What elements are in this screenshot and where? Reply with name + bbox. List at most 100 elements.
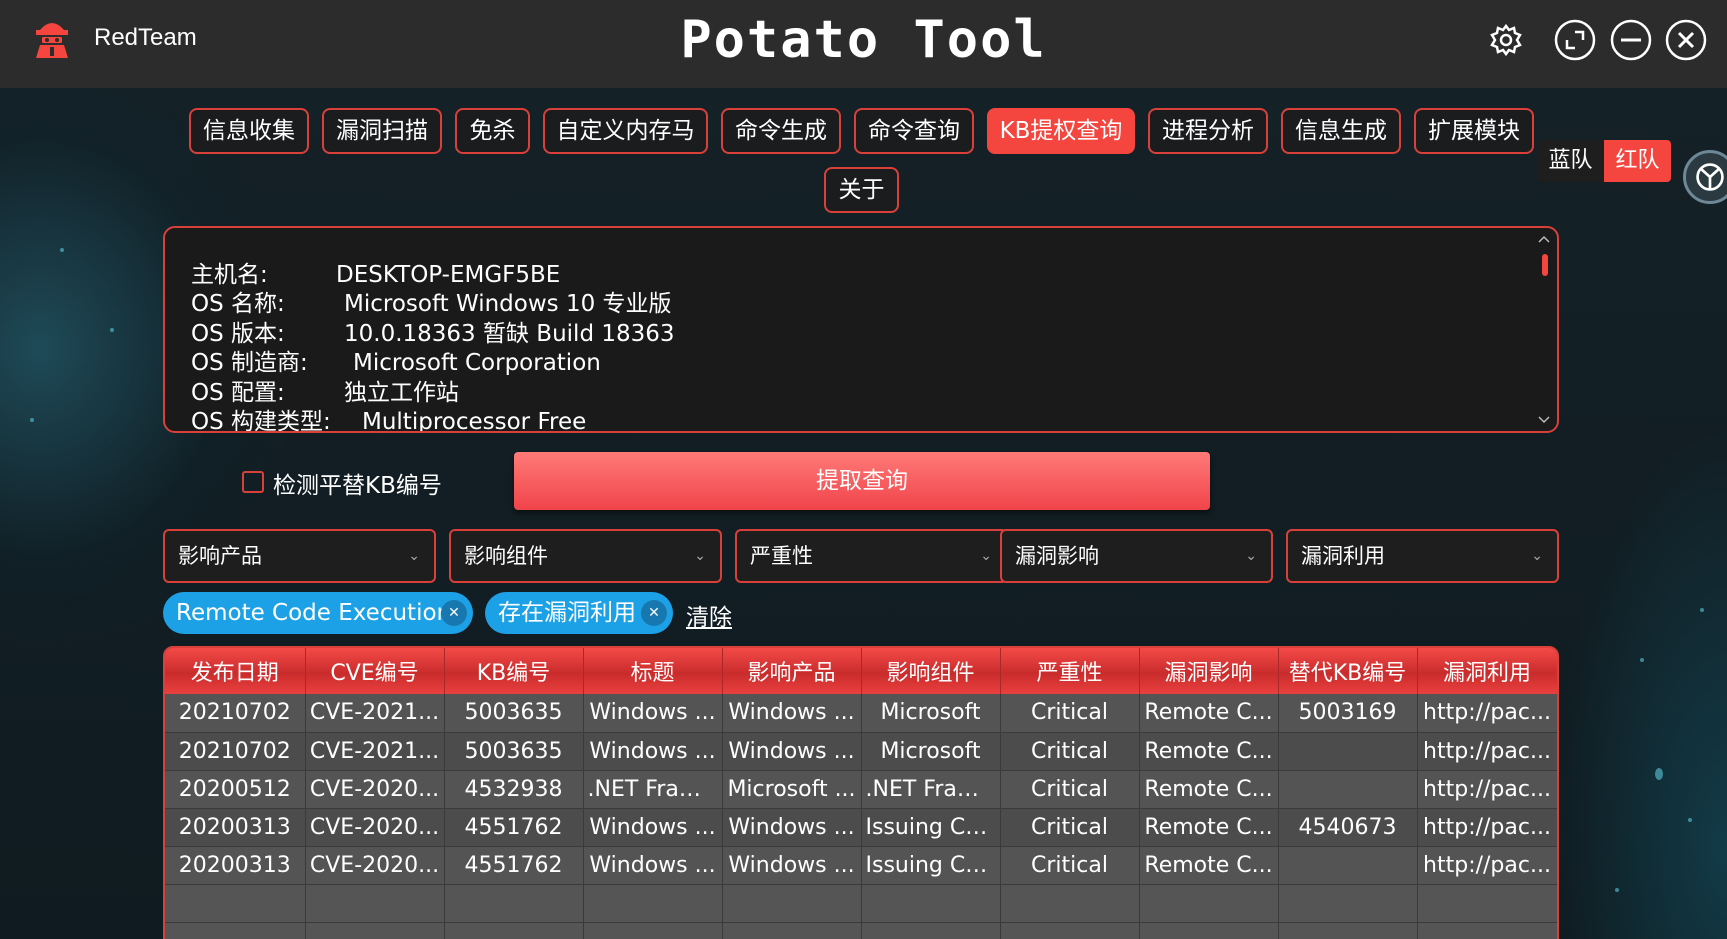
col-header-kb[interactable]: KB编号	[444, 648, 584, 694]
cell-product: Windows ...	[722, 694, 862, 733]
info-line: OS 构建类型: Multiprocessor Free	[191, 409, 587, 433]
col-header-title[interactable]: 标题	[583, 648, 723, 694]
cell-exploit-link[interactable]: http://pac...	[1417, 808, 1557, 847]
col-header-alt-kb[interactable]: 替代KB编号	[1278, 648, 1418, 694]
col-header-date[interactable]: 发布日期	[165, 648, 306, 694]
chevron-down-icon: ⌄	[980, 548, 992, 564]
cell-exploit-link[interactable]: http://pac...	[1417, 770, 1557, 809]
scroll-up-icon[interactable]	[1537, 234, 1551, 244]
col-header-component[interactable]: 影响组件	[861, 648, 1001, 694]
filter-exploit-select[interactable]: 漏洞利用 ⌄	[1286, 529, 1559, 583]
cell-title: Windows ...	[583, 808, 723, 847]
cell-cve: CVE-2021...	[305, 732, 445, 771]
close-icon[interactable]	[1664, 18, 1708, 62]
cell-impact: Remote C...	[1139, 808, 1279, 847]
cell-title: .NET Fram...	[583, 770, 723, 809]
tab-about[interactable]: 关于	[824, 167, 899, 213]
cell-exploit-link[interactable]: http://pac...	[1417, 732, 1557, 771]
cell-alt-kb: 4540673	[1278, 808, 1418, 847]
chip-remove-icon[interactable]: ✕	[641, 600, 667, 626]
cell-alt-kb	[1278, 732, 1418, 771]
cell-exploit-link[interactable]: http://pac...	[1417, 694, 1557, 733]
cell-impact: Remote C...	[1139, 732, 1279, 771]
table-row[interactable]: 20200313 CVE-2020... 4551762 Windows ...…	[165, 846, 1557, 885]
table-row[interactable]: 20210702 CVE-2021... 5003635 Windows ...…	[165, 732, 1557, 771]
table-row[interactable]: 20210702 CVE-2021... 5003635 Windows ...…	[165, 694, 1557, 733]
team-toggle: 蓝队 红队	[1537, 140, 1671, 182]
settings-gear-icon[interactable]	[1484, 18, 1528, 62]
scroll-down-icon[interactable]	[1537, 415, 1551, 425]
cell-cve: CVE-2020...	[305, 808, 445, 847]
cell-exploit-link[interactable]: http://pac...	[1417, 846, 1557, 885]
tab-command-gen[interactable]: 命令生成	[721, 108, 841, 154]
filter-product-select[interactable]: 影响产品 ⌄	[163, 529, 436, 583]
cell-kb: 4532938	[444, 770, 584, 809]
table-header-row: 发布日期 CVE编号 KB编号 标题 影响产品 影响组件 严重性 漏洞影响 替代…	[165, 648, 1557, 694]
cell-title: Windows ...	[583, 732, 723, 771]
table-row-empty	[165, 922, 1557, 939]
info-line: OS 制造商: Microsoft Corporation	[191, 350, 601, 376]
tab-info-gen[interactable]: 信息生成	[1281, 108, 1401, 154]
cell-cve: CVE-2021...	[305, 694, 445, 733]
cell-product: Windows ...	[722, 808, 862, 847]
alt-kb-checkbox[interactable]	[242, 471, 264, 493]
info-line: OS 名称: Microsoft Windows 10 专业版	[191, 291, 672, 317]
tab-process-analysis[interactable]: 进程分析	[1148, 108, 1268, 154]
chevron-down-icon: ⌄	[1531, 548, 1543, 564]
maximize-icon[interactable]	[1553, 18, 1597, 62]
filter-impact-select[interactable]: 漏洞影响 ⌄	[1000, 529, 1273, 583]
red-team-button[interactable]: 红队	[1604, 140, 1671, 182]
cell-component: Microsoft	[861, 694, 1001, 733]
cell-kb: 5003635	[444, 732, 584, 771]
system-info-textarea[interactable]: 主机名: DESKTOP-EMGF5BE OS 名称: Microsoft Wind…	[163, 226, 1559, 433]
cell-product: Windows ...	[722, 732, 862, 771]
title-bar: RedTeam Potato Tool	[0, 0, 1727, 88]
cell-impact: Remote C...	[1139, 846, 1279, 885]
cell-title: Windows ...	[583, 694, 723, 733]
scroll-thumb[interactable]	[1542, 254, 1548, 276]
cell-date: 20200313	[165, 846, 306, 885]
cell-component: Microsoft	[861, 732, 1001, 771]
col-header-impact[interactable]: 漏洞影响	[1139, 648, 1279, 694]
cell-kb: 4551762	[444, 846, 584, 885]
col-header-exploit[interactable]: 漏洞利用	[1417, 648, 1557, 694]
tab-av-evasion[interactable]: 免杀	[455, 108, 530, 154]
info-scrollbar[interactable]	[1537, 234, 1551, 425]
table-row-empty	[165, 884, 1557, 923]
cell-cve: CVE-2020...	[305, 770, 445, 809]
tab-extensions[interactable]: 扩展模块	[1414, 108, 1534, 154]
cell-product: Windows ...	[722, 846, 862, 885]
cell-severity: Critical	[1000, 732, 1140, 771]
filter-severity-select[interactable]: 严重性 ⌄	[735, 529, 1008, 583]
cell-kb: 4551762	[444, 808, 584, 847]
tab-custom-memshell[interactable]: 自定义内存马	[543, 108, 708, 154]
tab-vuln-scan[interactable]: 漏洞扫描	[322, 108, 442, 154]
cell-alt-kb: 5003169	[1278, 694, 1418, 733]
chip-remove-icon[interactable]: ✕	[441, 600, 467, 626]
cell-component: Issuing CNA	[861, 808, 1001, 847]
blue-team-button[interactable]: 蓝队	[1537, 140, 1604, 182]
cell-severity: Critical	[1000, 694, 1140, 733]
col-header-product[interactable]: 影响产品	[722, 648, 862, 694]
tab-info-gathering[interactable]: 信息收集	[189, 108, 309, 154]
col-header-severity[interactable]: 严重性	[1000, 648, 1140, 694]
cell-product: Microsoft ...	[722, 770, 862, 809]
cell-component: Issuing CNA	[861, 846, 1001, 885]
extract-query-button[interactable]: 提取查询	[514, 452, 1210, 510]
table-row[interactable]: 20200512 CVE-2020... 4532938 .NET Fram..…	[165, 770, 1557, 809]
cell-severity: Critical	[1000, 770, 1140, 809]
results-table: 发布日期 CVE编号 KB编号 标题 影响产品 影响组件 严重性 漏洞影响 替代…	[163, 646, 1559, 939]
clear-filters-link[interactable]: 清除	[686, 598, 732, 632]
chevron-down-icon: ⌄	[694, 548, 706, 564]
col-header-cve[interactable]: CVE编号	[305, 648, 445, 694]
filter-chip: 存在漏洞利用 ✕	[485, 592, 673, 634]
filter-component-select[interactable]: 影响组件 ⌄	[449, 529, 722, 583]
minimize-icon[interactable]	[1609, 18, 1653, 62]
tab-kb-privesc-query[interactable]: KB提权查询	[987, 108, 1135, 154]
cell-date: 20210702	[165, 732, 306, 771]
table-row[interactable]: 20200313 CVE-2020... 4551762 Windows ...…	[165, 808, 1557, 847]
tab-command-query[interactable]: 命令查询	[854, 108, 974, 154]
chevron-down-icon: ⌄	[1245, 548, 1257, 564]
cell-title: Windows ...	[583, 846, 723, 885]
cell-date: 20200313	[165, 808, 306, 847]
